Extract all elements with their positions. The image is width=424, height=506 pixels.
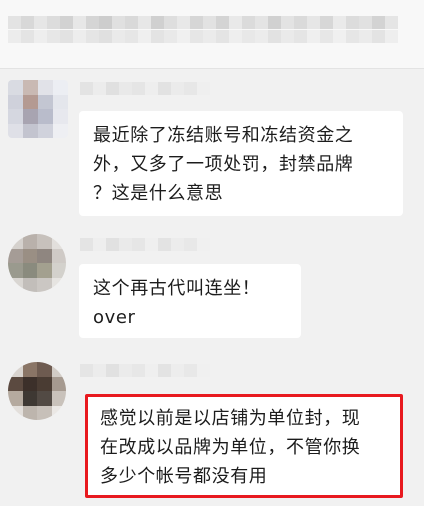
message-text-line: over [93,307,136,328]
highlighted-message-bubble: 感觉以前是以店铺为单位封，现 在改成以品牌为单位，不管你换 多少个帐号都没有用 [85,394,403,498]
blurred-sender-name [80,364,210,377]
message-text-line: 在改成以品牌为单位，不管你换 [100,437,361,458]
message-text-line: 最近除了冻结账号和冻结资金之 [93,125,354,146]
blurred-sender-name [80,82,210,95]
message-text-line: ？这是什么意思 [93,183,224,204]
sender-avatar[interactable] [8,234,66,292]
message-bubble: 最近除了冻结账号和冻结资金之 外，又多了一项处罚，封禁品牌 ？这是什么意思 [79,111,403,216]
message-text-line: 多少个帐号都没有用 [100,466,268,487]
blurred-chat-title [8,16,398,29]
sender-avatar[interactable] [8,362,66,420]
blurred-sender-name [80,238,210,251]
chat-header [0,0,424,69]
message-text-line: 外，又多了一项处罚，封禁品牌 [93,154,354,175]
message-bubble: 这个再古代叫连坐！ over [79,264,301,338]
blurred-chat-subtitle [8,30,398,43]
message-text-line: 这个再古代叫连坐！ [93,278,261,299]
message-text-line: 感觉以前是以店铺为单位封，现 [100,408,361,429]
sender-avatar[interactable] [8,80,68,138]
